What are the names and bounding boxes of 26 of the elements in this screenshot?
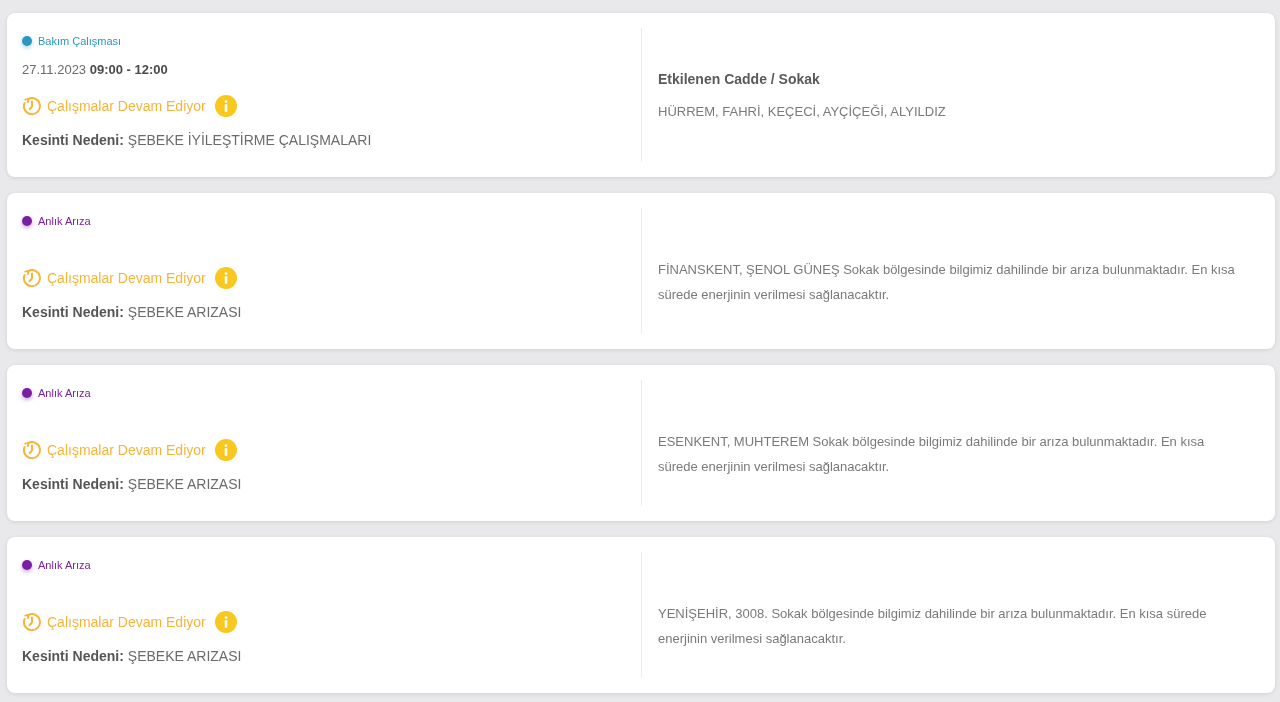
status-text: Çalışmalar Devam Ediyor: [47, 440, 206, 460]
affected-streets-heading: Etkilenen Cadde / Sokak: [658, 69, 820, 89]
status-text: Çalışmalar Devam Ediyor: [47, 268, 206, 288]
info-icon[interactable]: [214, 439, 237, 461]
outage-description: FİNANSKENT, ŞENOL GÜNEŞ Sokak bölgesinde bilgimiz dahilinde bir arıza bulunmaktadır. En kısa sürede enerjinin verilmesi sağlanacaktır.: [658, 261, 1236, 304]
outage-description: ESENKENT, MUHTEREM Sokak bölgesinde bilgimiz dahilinde bir arıza bulunmaktadır. En kısa sürede enerjinin verilmesi sağlanacaktır.: [658, 433, 1206, 476]
category-label: Anlık Arıza: [38, 558, 91, 573]
status-text: Çalışmalar Devam Ediyor: [47, 96, 206, 116]
info-icon[interactable]: [214, 267, 237, 289]
category-label: Bakım Çalışması: [38, 34, 122, 49]
category-label: Anlık Arıza: [38, 214, 91, 229]
outage-reason: Kesinti Nedeni: ŞEBEKE İYİLEŞTİRME ÇALIŞMALARI: [22, 131, 372, 150]
info-icon[interactable]: [214, 95, 237, 117]
date-time: 27.11.2023 09:00 - 12:00: [22, 61, 168, 79]
outage-reason: Kesinti Nedeni: ŞEBEKE ARIZASI: [22, 647, 242, 666]
clock-icon: [22, 440, 42, 460]
clock-icon: [22, 96, 42, 116]
outage-reason: Kesinti Nedeni: ŞEBEKE ARIZASI: [22, 303, 242, 322]
outage-description: YENİŞEHİR, 3008. Sokak bölgesinde bilgimiz dahilinde bir arıza bulunmaktadır. En kısa sürede enerjinin verilmesi sağlanacaktır.: [658, 605, 1208, 648]
affected-streets: HÜRREM, FAHRİ, KEÇECİ, AYÇİÇEĞİ, ALYILDIZ: [658, 102, 946, 121]
outage-reason: Kesinti Nedeni: ŞEBEKE ARIZASI: [22, 475, 242, 494]
clock-icon: [22, 268, 42, 288]
clock-icon: [22, 612, 42, 632]
status-text: Çalışmalar Devam Ediyor: [47, 612, 206, 632]
category-label: Anlık Arıza: [38, 386, 91, 401]
info-icon[interactable]: [214, 611, 237, 633]
